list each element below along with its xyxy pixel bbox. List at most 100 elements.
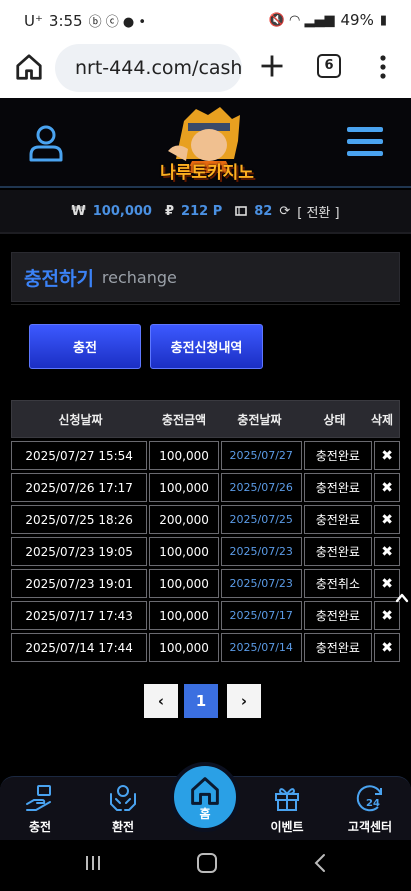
header-request-date: 신청날짜 [58,412,103,427]
nav-event-label: 이벤트 [270,820,304,834]
gift-icon [275,788,299,811]
page-title-box: 충전하기 rechange [11,252,400,302]
nav-home-button[interactable]: 홈 [170,762,240,832]
amount-cell: 100,000 [149,473,219,502]
nav-deposit-label: 충전 [28,820,52,834]
request-date-cell: 2025/07/23 19:05 [11,537,148,566]
title-separator [11,304,400,305]
tab-switcher-button[interactable]: 6 [317,54,341,78]
system-back-icon[interactable] [313,853,327,873]
coupon-count: 82 [254,203,273,219]
header-divider [0,232,411,234]
nav-exchange[interactable]: 환전 [88,782,158,835]
system-home-icon[interactable] [197,853,217,873]
request-date-cell: 2025/07/23 19:01 [11,569,148,598]
table-row: 2025/07/25 18:26 200,000 2025/07/25 충전완료… [11,505,401,534]
charge-history-button[interactable]: 충전신청내역 [150,324,263,369]
pagination-next-button[interactable]: › [227,684,261,718]
charge-date-cell: 2025/07/26 [220,473,302,502]
request-date-cell: 2025/07/14 17:44 [11,633,148,662]
exchange-hands-icon [110,785,136,811]
status-cell: 충전완료 [303,441,373,470]
deposit-hand-icon [26,785,51,811]
site-logo[interactable]: 나루토카지노 [146,101,268,185]
url-text: nrt-444.com/cash [75,57,242,79]
nav-home-label: 홈 [199,806,211,821]
signal-icons: 🔇 ◠ ▂▄▆ [268,12,335,28]
pagination-prev-button[interactable]: ‹ [144,684,178,718]
nav-support[interactable]: 24 고객센터 [335,782,405,835]
status-bar: U⁺ 3:55 ⓑ ⓒ ● • 🔇 ◠ ▂▄▆ 49% ▮ [0,0,411,40]
notification-icons: ⓑ ⓒ ● • [88,15,147,30]
amount-cell: 100,000 [149,569,219,598]
nav-event[interactable]: 이벤트 [252,782,322,835]
table-row: 2025/07/14 17:44 100,000 2025/07/14 충전완료… [11,633,401,662]
won-icon: ₩ [71,203,86,219]
request-date-cell: 2025/07/25 18:26 [11,505,148,534]
table-row: 2025/07/23 19:01 100,000 2025/07/23 충전취소… [11,569,401,598]
amount-cell: 100,000 [149,601,219,630]
status-cell: 충전완료 [303,505,373,534]
svg-text:24: 24 [366,798,380,809]
refresh-icon[interactable]: ⟳ [279,204,290,219]
user-account-icon[interactable] [28,124,64,162]
request-date-cell: 2025/07/26 17:17 [11,473,148,502]
convert-button[interactable]: [ 전환 ] [297,202,339,221]
request-date-cell: 2025/07/17 17:43 [11,601,148,630]
charge-date-cell: 2025/07/17 [220,601,302,630]
delete-icon[interactable]: ✖ [374,633,401,662]
charge-date-cell: 2025/07/14 [220,633,302,662]
clock: 3:55 [48,11,83,30]
page-title: 충전하기 [24,267,94,290]
support-24-icon: 24 [356,785,382,812]
header-status: 상태 [323,412,346,427]
battery-level: 49% [340,11,374,29]
header-delete: 삭제 [370,412,394,427]
charge-button[interactable]: 충전 [29,324,141,369]
status-cell: 충전취소 [303,569,373,598]
status-cell: 충전완료 [303,633,373,662]
address-bar[interactable]: nrt-444.com/cash [55,44,242,92]
coupon-icon [235,206,248,216]
status-cell: 충전완료 [303,601,373,630]
charge-date-cell: 2025/07/23 [220,569,302,598]
status-cell: 충전완료 [303,473,373,502]
carrier-label: U⁺ [24,11,43,30]
charge-date-cell: 2025/07/23 [220,537,302,566]
delete-icon[interactable]: ✖ [374,473,401,502]
header-amount: 충전금액 [161,412,207,427]
amount-cell: 100,000 [149,537,219,566]
nav-deposit[interactable]: 충전 [5,782,75,835]
recent-apps-icon[interactable] [84,854,102,872]
point-icon: ₽ [164,203,175,219]
nav-exchange-label: 환전 [111,820,135,834]
logo-text: 나루토카지노 [160,163,254,183]
delete-icon[interactable]: ✖ [374,537,401,566]
more-menu-icon[interactable] [375,54,391,80]
new-tab-icon[interactable] [258,52,286,80]
browser-home-icon[interactable] [14,52,44,82]
table-row: 2025/07/17 17:43 100,000 2025/07/17 충전완료… [11,601,401,630]
status-cell: 충전완료 [303,537,373,566]
hamburger-menu-icon[interactable] [347,126,383,158]
point-balance: 212 P [181,203,223,219]
amount-cell: 200,000 [149,505,219,534]
battery-icon: ▮ [379,12,387,28]
charge-history-table: 신청날짜 충전금액 충전날짜 상태 삭제 2025/07/27 15:54 10… [11,400,401,662]
request-date-cell: 2025/07/27 15:54 [11,441,148,470]
charge-date-cell: 2025/07/25 [220,505,302,534]
scroll-to-top-icon[interactable] [394,590,410,606]
balance-bar: ₩ 100,000 ₽ 212 P 82 ⟳ [ 전환 ] [0,190,411,232]
delete-icon[interactable]: ✖ [374,441,401,470]
amount-cell: 100,000 [149,633,219,662]
delete-icon[interactable]: ✖ [374,505,401,534]
table-row: 2025/07/26 17:17 100,000 2025/07/26 충전완료… [11,473,401,502]
system-navigation-bar [0,840,411,891]
home-icon [191,776,219,805]
table-header: 신청날짜 충전금액 충전날짜 상태 삭제 [11,400,400,438]
nav-support-label: 고객센터 [347,820,393,834]
browser-toolbar: nrt-444.com/cash 6 [0,40,411,98]
table-row: 2025/07/27 15:54 100,000 2025/07/27 충전완료… [11,441,401,470]
pagination-page-1[interactable]: 1 [184,684,218,718]
page-subtitle: rechange [101,267,177,287]
